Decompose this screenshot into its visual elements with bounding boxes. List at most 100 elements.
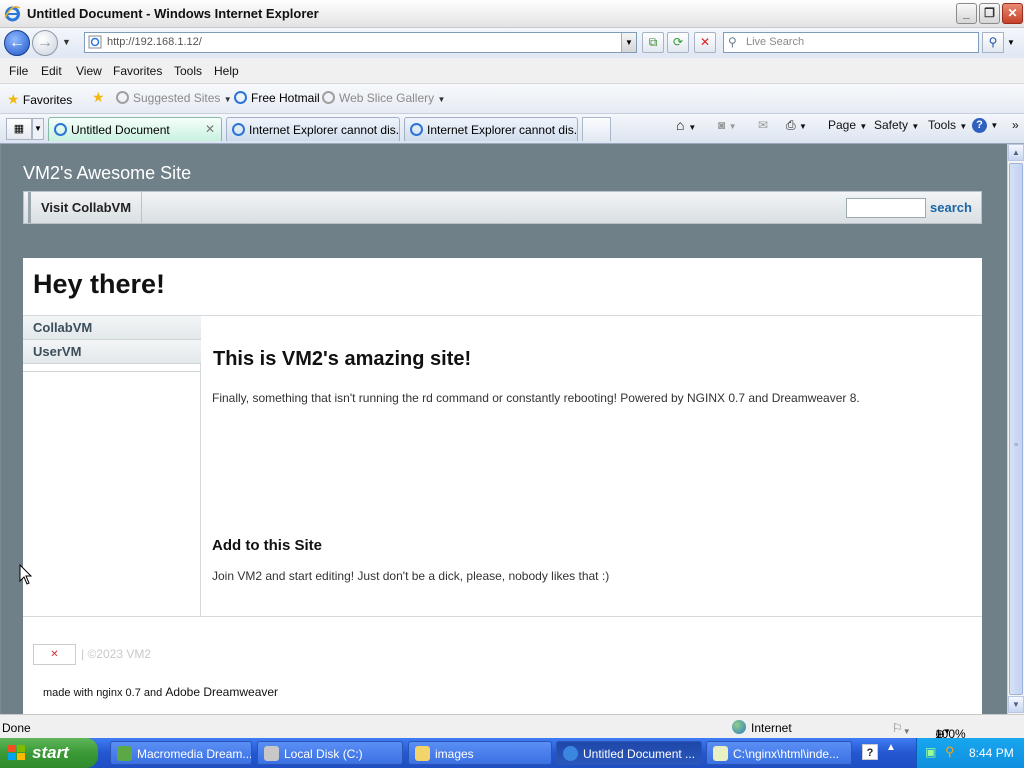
search-go-button[interactable]: ⚲ (982, 32, 1004, 53)
help-icon: ? (972, 118, 987, 133)
page-heading: Hey there! (33, 269, 166, 299)
dreamweaver-icon (117, 746, 132, 761)
restore-button[interactable]: ❐ (979, 3, 1000, 24)
main-heading: This is VM2's amazing site! (213, 348, 472, 370)
menu-tools[interactable]: Tools (174, 64, 202, 78)
window-title: Untitled Document - Windows Internet Exp… (27, 6, 319, 21)
refresh-icon: ⟳ (672, 35, 684, 49)
search-tray-icon[interactable]: ⚲ (945, 744, 955, 760)
address-field[interactable]: http://192.168.1.12/ ▼ (84, 32, 637, 53)
tab-label: Internet Explorer cannot dis... (249, 123, 400, 137)
scroll-up-arrow-icon[interactable]: ▲ (1008, 144, 1024, 161)
adobe-dreamweaver-link[interactable]: Adobe Dreamweaver (165, 685, 278, 699)
taskbar-item-images-folder[interactable]: images (408, 741, 552, 765)
scroll-down-arrow-icon[interactable]: ▼ (1008, 696, 1024, 713)
search-placeholder: Live Search (746, 36, 805, 48)
quick-tabs-button[interactable]: ▦ (6, 118, 32, 140)
start-button[interactable]: start (0, 738, 98, 768)
page-menu-button[interactable]: Page ▼ (828, 118, 867, 132)
close-window-button[interactable]: ✕ (1002, 3, 1023, 24)
printer-icon: ⎙ (786, 118, 796, 132)
menu-favorites[interactable]: Favorites (113, 64, 162, 78)
web-slice-gallery-label: Web Slice Gallery (339, 91, 435, 105)
windows-logo-icon (8, 745, 25, 760)
sidebar: CollabVM UserVM (23, 316, 201, 616)
language-help-icon[interactable]: ? (862, 744, 878, 760)
favorites-button[interactable]: ★ Favorites (7, 91, 72, 108)
new-tab-button[interactable] (582, 117, 611, 141)
ie-page-icon (234, 91, 247, 104)
toolbar-overflow-icon[interactable]: » (1012, 118, 1019, 132)
free-hotmail-link[interactable]: Free Hotmail (234, 91, 320, 105)
address-toolbar: ← → ▼ http://192.168.1.12/ ▼ ⧉ ⟳ ✕ ⚲ Liv… (0, 28, 1024, 58)
address-dropdown-button[interactable]: ▼ (621, 33, 636, 52)
ie-page-icon (54, 123, 67, 136)
divider (23, 616, 982, 617)
stop-button[interactable]: ✕ (694, 32, 716, 53)
sub-heading: Add to this Site (212, 537, 322, 554)
ie-page-icon (116, 91, 129, 104)
chevron-down-icon: ▼ (911, 122, 920, 131)
site-search-button[interactable]: search (930, 200, 972, 215)
network-icon[interactable]: ▣ (925, 745, 936, 759)
magnifier-icon: ⚲ (988, 35, 998, 49)
status-bar: Done Internet ⚐ ▼ ⊕ 100% ▼ (0, 714, 1024, 741)
tab-list-dropdown[interactable]: ▼ (32, 118, 44, 140)
menu-view[interactable]: View (76, 64, 102, 78)
search-icon: ⚲ (728, 35, 737, 49)
web-slice-gallery-link[interactable]: Web Slice Gallery ▼ (322, 91, 445, 105)
site-title: VM2's Awesome Site (23, 163, 192, 183)
taskbar-item-local-disk[interactable]: Local Disk (C:) (257, 741, 403, 765)
window-title-bar: Untitled Document - Windows Internet Exp… (0, 0, 1024, 28)
compatibility-view-button[interactable]: ⧉ (642, 32, 664, 53)
tools-menu-button[interactable]: Tools ▼ (928, 118, 967, 132)
safety-menu-button[interactable]: Safety ▼ (874, 118, 919, 132)
windows-taskbar: start Macromedia Dream... Local Disk (C:… (0, 738, 1024, 768)
ie-page-icon (322, 91, 335, 104)
scrollbar-thumb[interactable]: ≡ (1009, 163, 1023, 695)
read-mail-button[interactable]: ✉ (758, 118, 768, 132)
forward-button[interactable]: → (32, 30, 58, 56)
tab-ie-cannot-display-2[interactable]: Internet Explorer cannot dis... (404, 117, 578, 141)
start-label: start (32, 743, 69, 762)
tools-menu-label: Tools (928, 118, 957, 132)
footer-made-text: made with nginx 0.7 and (43, 687, 163, 699)
tab-ie-cannot-display-1[interactable]: Internet Explorer cannot dis... (226, 117, 400, 141)
close-tab-icon[interactable]: ✕ (205, 122, 215, 136)
suggested-sites-link[interactable]: Suggested Sites ▼ (116, 91, 232, 105)
internet-zone-icon (732, 720, 746, 734)
sidebar-item-uservm[interactable]: UserVM (23, 340, 201, 364)
vertical-scrollbar[interactable]: ▲ ≡ ▼ (1007, 144, 1024, 714)
visit-collabvm-link[interactable]: Visit CollabVM (28, 192, 143, 223)
taskbar-item-dreamweaver[interactable]: Macromedia Dream... (110, 741, 252, 765)
feeds-button[interactable]: ◙ ▼ (718, 118, 737, 132)
mouse-cursor-icon (19, 564, 33, 585)
menu-help[interactable]: Help (214, 64, 239, 78)
minimize-button[interactable]: _ (956, 3, 977, 24)
site-search-input[interactable] (846, 198, 926, 218)
internet-explorer-icon (563, 746, 578, 761)
sidebar-item-collabvm[interactable]: CollabVM (23, 316, 201, 340)
refresh-button[interactable]: ⟳ (667, 32, 689, 53)
menu-edit[interactable]: Edit (41, 64, 62, 78)
tab-untitled-document[interactable]: Untitled Document ✕ (48, 117, 222, 141)
help-button[interactable]: ? ▼ (972, 117, 998, 133)
home-button[interactable]: ⌂ ▼ (676, 117, 696, 133)
taskbar-item-notepad[interactable]: C:\nginx\html\inde... (706, 741, 852, 765)
protected-mode-icon[interactable]: ⚐ ▼ (892, 721, 911, 736)
recent-pages-dropdown[interactable]: ▼ (62, 37, 71, 47)
tray-expand-icon[interactable]: ▲ (886, 742, 896, 753)
folder-icon (415, 746, 430, 761)
drive-icon (264, 746, 279, 761)
internet-explorer-icon (4, 6, 21, 22)
ie-page-icon (410, 123, 423, 136)
taskbar-item-internet-explorer[interactable]: Untitled Document ... (556, 741, 702, 765)
browser-viewport: VM2's Awesome Site Visit CollabVM search… (0, 144, 1007, 714)
rss-feed-icon: ◙ (718, 118, 726, 132)
back-button[interactable]: ← (4, 30, 30, 56)
search-options-dropdown[interactable]: ▼ (1007, 38, 1015, 47)
menu-file[interactable]: File (9, 64, 28, 78)
search-input[interactable]: ⚲ Live Search (723, 32, 979, 53)
add-to-favorites-button[interactable]: ★ (92, 89, 105, 106)
print-button[interactable]: ⎙ ▼ (786, 118, 807, 133)
